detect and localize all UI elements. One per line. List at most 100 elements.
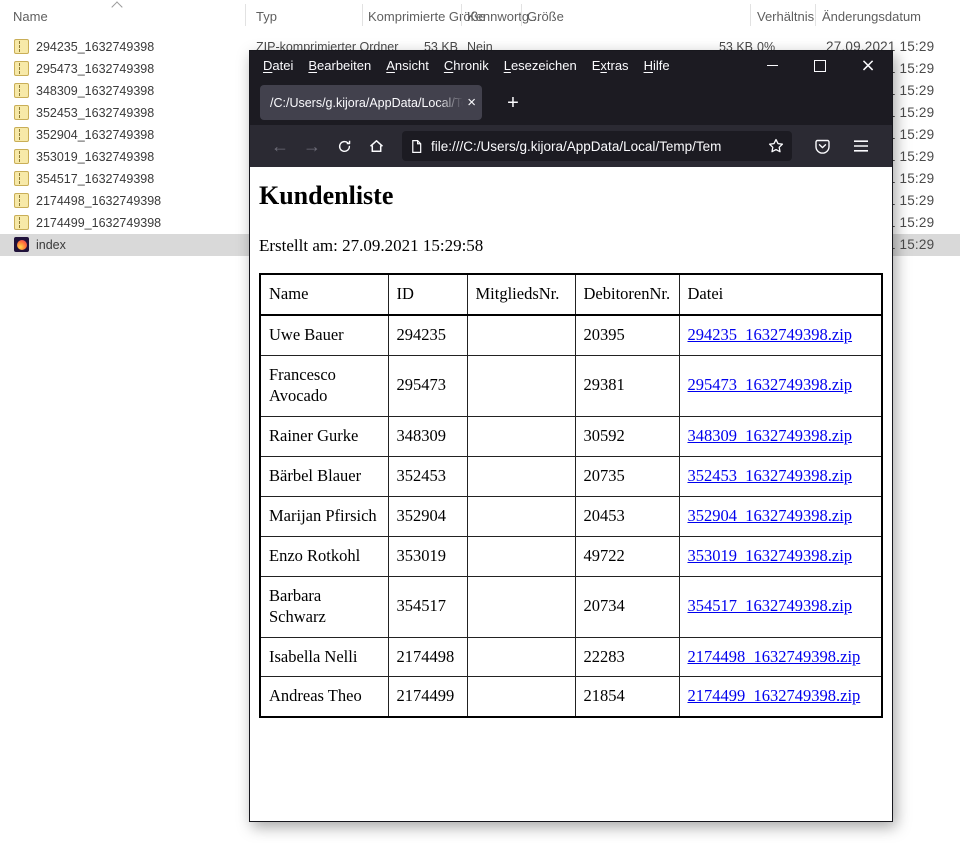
menu-lesezeichen[interactable]: Lesezeichen: [504, 58, 577, 73]
zip-file-icon: [14, 171, 29, 186]
column-header-typ[interactable]: Typ: [256, 9, 277, 24]
cell-datei: 352904_1632749398.zip: [679, 496, 882, 536]
column-resize-handle[interactable]: [750, 4, 751, 26]
maximize-icon: [814, 60, 826, 72]
cell-debitorennr: 49722: [575, 536, 679, 576]
zip-file-icon: [14, 105, 29, 120]
zip-download-link[interactable]: 354517_1632749398.zip: [688, 596, 853, 615]
column-resize-handle[interactable]: [815, 4, 816, 26]
menu-ansicht[interactable]: Ansicht: [386, 58, 429, 73]
table-row: Francesco Avocado 295473 29381 295473_16…: [260, 355, 882, 416]
cell-datei: 353019_1632749398.zip: [679, 536, 882, 576]
menu-bar: Datei Bearbeiten Ansicht Chronik Lesezei…: [250, 51, 892, 80]
kundenliste-table: Name ID MitgliedsNr. DebitorenNr. Datei …: [259, 273, 883, 718]
cell-datei: 354517_1632749398.zip: [679, 576, 882, 637]
cell-debitorennr: 29381: [575, 355, 679, 416]
cell-name: Barbara Schwarz: [260, 576, 388, 637]
column-header-name[interactable]: Name: [13, 9, 48, 24]
sort-ascending-icon[interactable]: [113, 3, 121, 11]
file-name: 2174499_1632749398: [36, 212, 161, 234]
cell-id: 353019: [388, 536, 467, 576]
page-title: Kundenliste: [259, 181, 892, 211]
tab-title: /C:/Users/g.kijora/AppData/Local/Te: [270, 96, 463, 110]
tab-close-icon[interactable]: ×: [467, 95, 476, 110]
file-name: 348309_1632749398: [36, 80, 154, 102]
address-bar[interactable]: file:///C:/Users/g.kijora/AppData/Local/…: [402, 131, 792, 161]
file-name: 2174498_1632749398: [36, 190, 161, 212]
firefox-window: Datei Bearbeiten Ansicht Chronik Lesezei…: [249, 50, 893, 822]
menu-chronik[interactable]: Chronik: [444, 58, 489, 73]
cell-datei: 295473_1632749398.zip: [679, 355, 882, 416]
menu-datei[interactable]: Datei: [263, 58, 293, 73]
cell-datei: 2174498_1632749398.zip: [679, 637, 882, 677]
cell-mitgliedsnr: [467, 496, 575, 536]
zip-download-link[interactable]: 2174499_1632749398.zip: [688, 686, 861, 705]
table-row: Isabella Nelli 2174498 22283 2174498_163…: [260, 637, 882, 677]
cell-mitgliedsnr: [467, 456, 575, 496]
cell-debitorennr: 20453: [575, 496, 679, 536]
cell-id: 2174498: [388, 637, 467, 677]
back-button[interactable]: ←: [264, 131, 296, 161]
column-header-aenderungsdatum[interactable]: Änderungsdatum: [822, 9, 921, 24]
cell-id: 348309: [388, 416, 467, 456]
table-row: Rainer Gurke 348309 30592 348309_1632749…: [260, 416, 882, 456]
new-tab-button[interactable]: +: [498, 88, 528, 118]
zip-file-icon: [14, 215, 29, 230]
zip-download-link[interactable]: 352453_1632749398.zip: [688, 466, 853, 485]
file-name: 294235_1632749398: [36, 36, 154, 58]
cell-mitgliedsnr: [467, 576, 575, 637]
tab-bar: /C:/Users/g.kijora/AppData/Local/Te × +: [250, 80, 892, 125]
column-header-verhaeltnis[interactable]: Verhältnis: [757, 9, 814, 24]
cell-debitorennr: 30592: [575, 416, 679, 456]
zip-download-link[interactable]: 2174498_1632749398.zip: [688, 647, 861, 666]
file-name: 354517_1632749398: [36, 168, 154, 190]
pocket-icon[interactable]: [806, 131, 838, 161]
table-row: Uwe Bauer 294235 20395 294235_1632749398…: [260, 315, 882, 355]
zip-file-icon: [14, 61, 29, 76]
cell-mitgliedsnr: [467, 416, 575, 456]
zip-file-icon: [14, 39, 29, 54]
forward-button[interactable]: →: [296, 131, 328, 161]
cell-debitorennr: 20734: [575, 576, 679, 637]
close-button[interactable]: ×: [844, 51, 892, 80]
cell-mitgliedsnr: [467, 315, 575, 355]
cell-id: 354517: [388, 576, 467, 637]
cell-name: Francesco Avocado: [260, 355, 388, 416]
menu-hamburger-icon[interactable]: [845, 131, 877, 161]
home-button[interactable]: [360, 131, 392, 161]
table-row: Enzo Rotkohl 353019 49722 353019_1632749…: [260, 536, 882, 576]
column-header-groesse[interactable]: Größe: [527, 9, 564, 24]
maximize-button[interactable]: [796, 51, 844, 80]
table-header-row: Name ID MitgliedsNr. DebitorenNr. Datei: [260, 274, 882, 315]
url-text: file:///C:/Users/g.kijora/AppData/Local/…: [431, 139, 764, 154]
cell-name: Andreas Theo: [260, 677, 388, 717]
menu-bearbeiten[interactable]: Bearbeiten: [308, 58, 371, 73]
home-icon: [368, 138, 385, 154]
menu-hilfe[interactable]: Hilfe: [644, 58, 670, 73]
cell-name: Enzo Rotkohl: [260, 536, 388, 576]
bookmark-star-icon[interactable]: [768, 138, 784, 154]
column-resize-handle[interactable]: [461, 4, 462, 26]
window-controls: ×: [748, 51, 892, 80]
zip-download-link[interactable]: 295473_1632749398.zip: [688, 375, 853, 394]
column-resize-handle[interactable]: [521, 4, 522, 26]
zip-download-link[interactable]: 348309_1632749398.zip: [688, 426, 853, 445]
column-resize-handle[interactable]: [245, 4, 246, 26]
page-icon: [410, 139, 423, 154]
cell-id: 294235: [388, 315, 467, 355]
navigation-bar: ← → file:///C:/Users/g.kijora/AppData/Lo…: [250, 125, 892, 167]
zip-download-link[interactable]: 294235_1632749398.zip: [688, 325, 853, 344]
minimize-button[interactable]: [748, 51, 796, 80]
column-resize-handle[interactable]: [362, 4, 363, 26]
zip-download-link[interactable]: 352904_1632749398.zip: [688, 506, 853, 525]
zip-download-link[interactable]: 353019_1632749398.zip: [688, 546, 853, 565]
reload-button[interactable]: [328, 131, 360, 161]
reload-icon: [337, 139, 352, 154]
th-mitgliedsnr: MitgliedsNr.: [467, 274, 575, 315]
cell-debitorennr: 21854: [575, 677, 679, 717]
cell-datei: 294235_1632749398.zip: [679, 315, 882, 355]
browser-tab[interactable]: /C:/Users/g.kijora/AppData/Local/Te ×: [260, 85, 482, 120]
menu-extras[interactable]: Extras: [592, 58, 629, 73]
cell-name: Uwe Bauer: [260, 315, 388, 355]
cell-datei: 2174499_1632749398.zip: [679, 677, 882, 717]
